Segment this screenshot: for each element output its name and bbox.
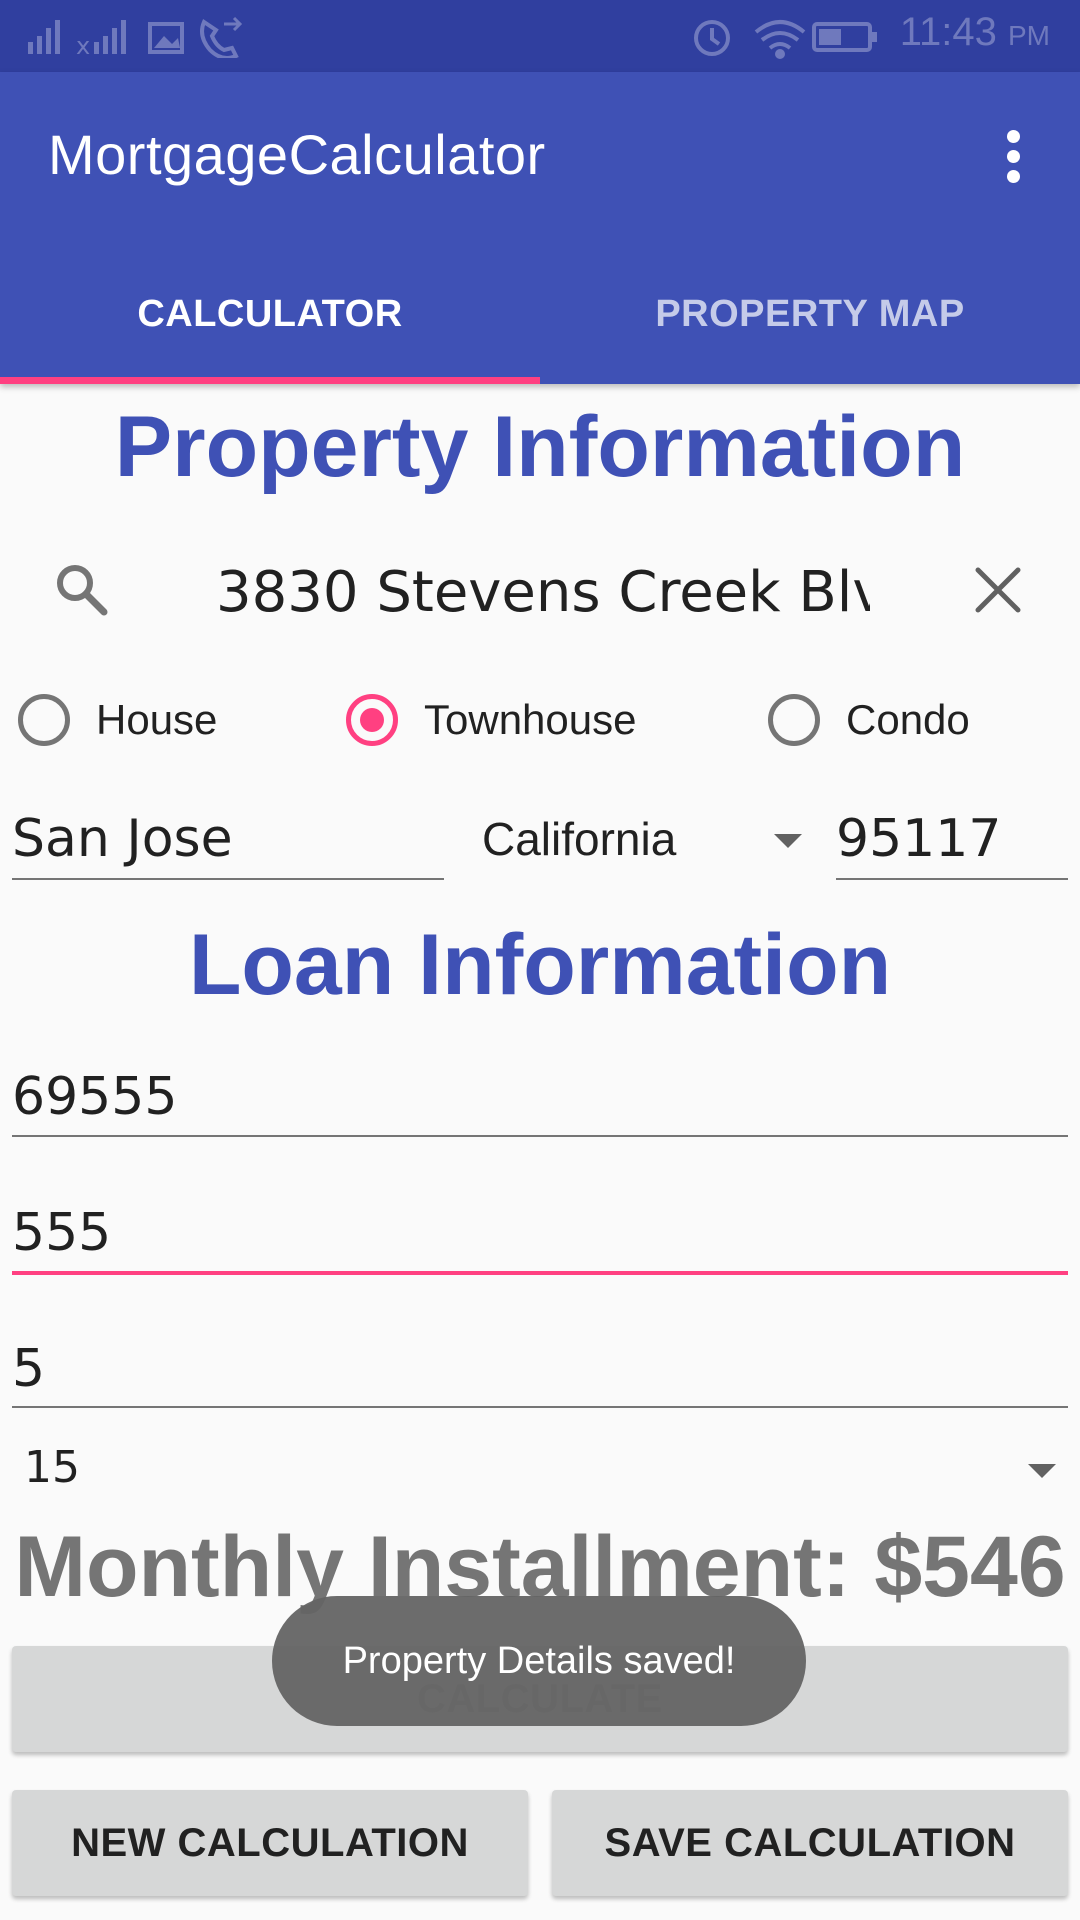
loan-term-dropdown[interactable]: 15 bbox=[24, 1442, 1068, 1502]
zip-field-underline bbox=[836, 878, 1068, 880]
city-field[interactable] bbox=[12, 806, 442, 872]
save-calculation-button[interactable]: SAVE CALCULATION bbox=[552, 1790, 1068, 1896]
state-dropdown[interactable]: California bbox=[482, 812, 812, 872]
new-calculation-button[interactable]: NEW CALCULATION bbox=[12, 1790, 528, 1896]
signal-2-icon: x bbox=[76, 20, 126, 58]
status-bar: x 11:43 PM bbox=[0, 0, 1080, 72]
status-icons-left: x bbox=[28, 16, 243, 58]
radio-button-checked-icon[interactable] bbox=[346, 694, 398, 746]
clock-ampm: PM bbox=[1008, 20, 1050, 51]
radio-button-icon[interactable] bbox=[18, 694, 70, 746]
loan-amount-field[interactable] bbox=[12, 1062, 1062, 1132]
interest-rate-underline bbox=[12, 1406, 1068, 1408]
image-icon bbox=[148, 22, 184, 54]
radio-townhouse[interactable]: Townhouse bbox=[346, 690, 666, 760]
toast-message: Property Details saved! bbox=[272, 1596, 806, 1726]
wifi-icon bbox=[754, 20, 806, 59]
radio-townhouse-label: Townhouse bbox=[424, 696, 637, 743]
clock-text: 11:43 bbox=[899, 10, 997, 54]
radio-condo[interactable]: Condo bbox=[768, 690, 1008, 760]
more-vert-icon[interactable] bbox=[996, 130, 1032, 184]
city-field-underline bbox=[12, 878, 444, 880]
down-payment-field[interactable] bbox=[12, 1198, 1062, 1268]
radio-house[interactable]: House bbox=[18, 690, 258, 760]
dropdown-arrow-icon[interactable] bbox=[774, 834, 802, 848]
close-icon[interactable] bbox=[970, 562, 1026, 618]
call-forward-icon bbox=[200, 16, 243, 58]
alarm-icon bbox=[694, 20, 730, 56]
loan-amount-underline bbox=[12, 1135, 1068, 1137]
down-payment-underline-focused bbox=[12, 1271, 1068, 1275]
signal-icon bbox=[28, 20, 60, 54]
battery-icon bbox=[812, 22, 877, 52]
property-section-title: Property Information bbox=[114, 399, 966, 495]
search-icon[interactable] bbox=[52, 560, 112, 620]
radio-condo-label: Condo bbox=[846, 696, 970, 743]
zip-field[interactable] bbox=[836, 806, 1066, 872]
tab-indicator bbox=[0, 377, 540, 384]
loan-term-selected-value: 15 bbox=[24, 1442, 80, 1493]
tab-property-map[interactable]: PROPERTY MAP bbox=[540, 276, 1080, 380]
tab-calculator[interactable]: CALCULATOR bbox=[0, 276, 540, 380]
app-title: MortgageCalculator bbox=[48, 123, 546, 186]
radio-house-label: House bbox=[96, 696, 218, 743]
dropdown-arrow-icon[interactable] bbox=[1028, 1464, 1056, 1478]
loan-section-title: Loan Information bbox=[188, 917, 892, 1013]
status-time: 11:43 PM bbox=[900, 10, 1050, 55]
svg-text:x: x bbox=[76, 32, 90, 58]
radio-button-icon[interactable] bbox=[768, 694, 820, 746]
state-selected-value: California bbox=[482, 813, 677, 865]
address-search-input[interactable] bbox=[216, 552, 870, 632]
status-icons-right bbox=[694, 20, 877, 59]
interest-rate-field[interactable] bbox=[12, 1334, 1062, 1404]
